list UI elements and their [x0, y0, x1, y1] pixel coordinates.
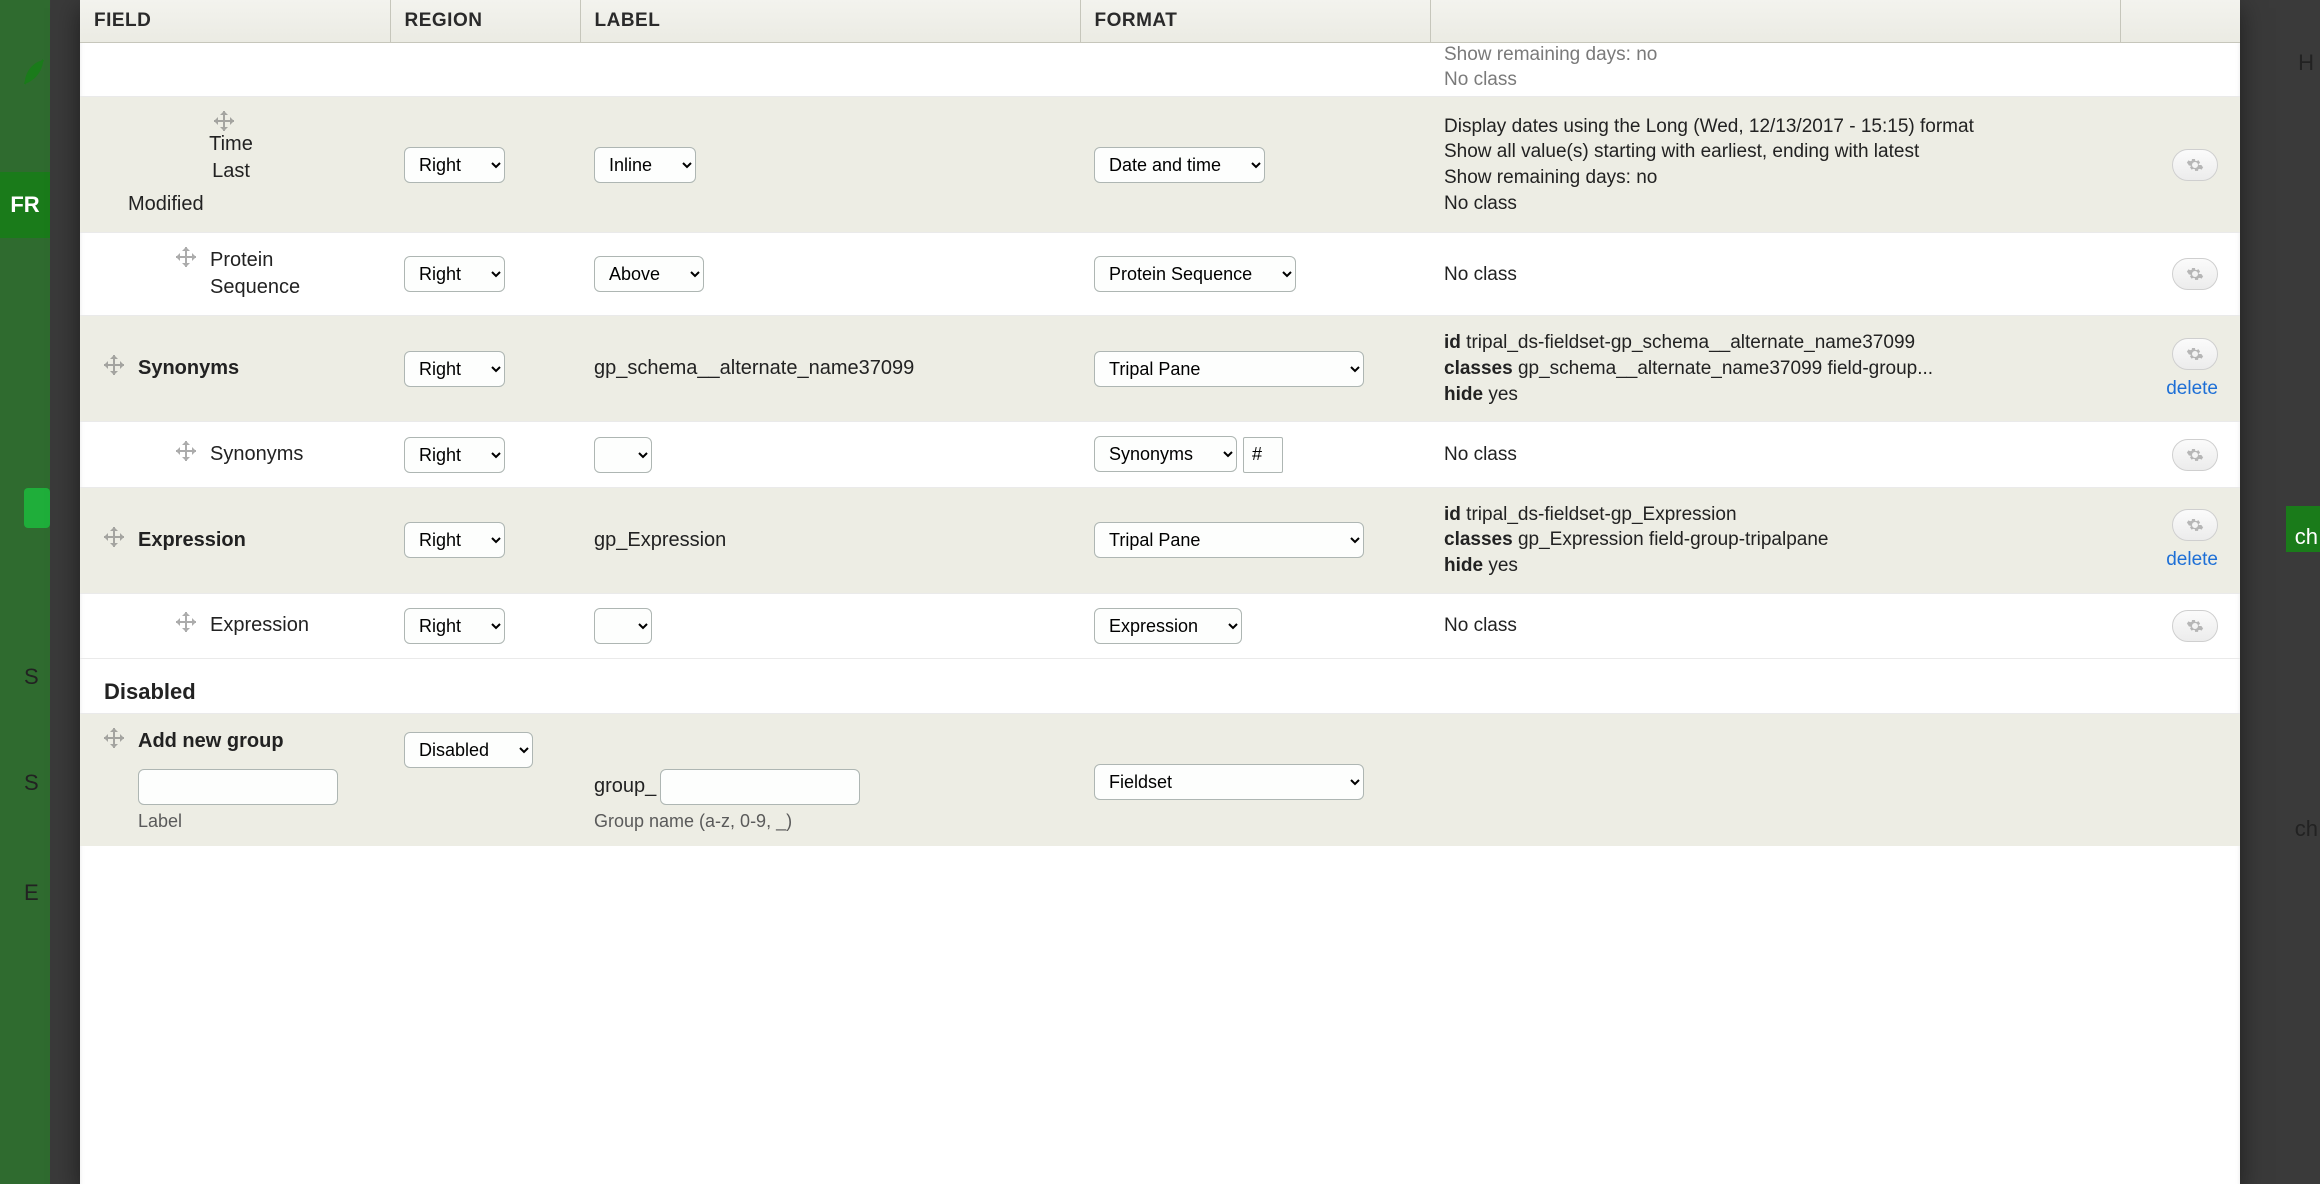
select--hidden-[interactable]	[594, 608, 652, 644]
format-extra-input[interactable]	[1243, 437, 1283, 473]
drag-handle-icon[interactable]	[104, 728, 124, 748]
settings-button[interactable]	[2172, 149, 2218, 181]
bg-label-h: H	[2298, 50, 2314, 76]
drag-handle-icon[interactable]	[104, 527, 124, 547]
section-disabled-header: Disabled	[80, 658, 2240, 713]
leaf-icon	[18, 56, 50, 88]
group-machine-name: gp_schema__alternate_name37099	[594, 357, 914, 379]
col-field[interactable]: FIELD	[80, 0, 390, 43]
settings-button[interactable]	[2172, 338, 2218, 370]
table-row: Expression Right gp_Expression Tripal Pa…	[80, 487, 2240, 593]
new-group-label-input[interactable]	[138, 769, 338, 805]
select-right[interactable]: Right	[404, 608, 505, 644]
format-summary: id tripal_ds-fieldset-gp_schema__alterna…	[1444, 330, 2106, 407]
group-machine-name: gp_Expression	[594, 529, 726, 551]
fields-table: FIELD REGION LABEL FORMAT Show remaining…	[80, 0, 2240, 846]
select-right[interactable]: Right	[404, 437, 505, 473]
bg-label-ch: ch	[2295, 524, 2318, 550]
select-right[interactable]: Right	[404, 147, 505, 183]
select-above[interactable]: Above	[594, 256, 704, 292]
select-right[interactable]: Right	[404, 256, 505, 292]
manage-display-panel: FIELD REGION LABEL FORMAT Show remaining…	[80, 0, 2240, 1184]
format-summary: Display dates using the Long (Wed, 12/13…	[1444, 114, 2106, 217]
drag-handle-icon[interactable]	[176, 247, 196, 267]
bg-label-s1: S	[24, 664, 39, 690]
table-row: Synonyms Right Synonyms No class	[80, 422, 2240, 488]
select-synonyms[interactable]: Synonyms	[1094, 436, 1237, 472]
group-name-prefix: group_	[594, 775, 656, 798]
select-protein-sequence[interactable]: Protein Sequence	[1094, 256, 1296, 292]
format-summary: No class	[1444, 262, 2106, 288]
drag-handle-icon[interactable]	[176, 612, 196, 632]
bg-label-s2: S	[24, 770, 39, 796]
add-group-title: Add new group	[138, 728, 284, 755]
table-row: ProteinSequence Right Above Protein Sequ…	[80, 233, 2240, 316]
select-tripal-pane[interactable]: Tripal Pane	[1094, 522, 1364, 558]
select-right[interactable]: Right	[404, 351, 505, 387]
left-green-button[interactable]	[24, 488, 50, 528]
col-desc	[1430, 0, 2120, 43]
settings-button[interactable]	[2172, 509, 2218, 541]
delete-link[interactable]: delete	[2166, 378, 2218, 400]
table-row: Synonyms Right gp_schema__alternate_name…	[80, 316, 2240, 422]
new-group-name-input[interactable]	[660, 769, 860, 805]
bg-label-ch2: ch	[2295, 816, 2318, 842]
settings-button[interactable]	[2172, 610, 2218, 642]
table-row: Expression Right Expression No class	[80, 593, 2240, 658]
field-name: Expression	[210, 612, 309, 639]
table-header-row: FIELD REGION LABEL FORMAT	[80, 0, 2240, 43]
col-region[interactable]: REGION	[390, 0, 580, 43]
field-name: ProteinSequence	[210, 247, 300, 301]
select-expression[interactable]: Expression	[1094, 608, 1242, 644]
field-name: Expression	[138, 527, 246, 554]
drag-handle-icon[interactable]	[176, 441, 196, 461]
table-row: TimeLastModified Right Inline Date and t…	[80, 97, 2240, 233]
drag-handle-icon[interactable]	[214, 111, 234, 131]
truncated-prev-row: Show remaining days: noNo class	[80, 43, 2240, 97]
format-summary: No class	[1444, 442, 2106, 468]
settings-button[interactable]	[2172, 439, 2218, 471]
col-ops	[2120, 0, 2240, 43]
format-summary: id tripal_ds-fieldset-gp_Expressionclass…	[1444, 502, 2106, 579]
drag-handle-icon[interactable]	[104, 355, 124, 375]
field-name: Synonyms	[210, 441, 303, 468]
delete-link[interactable]: delete	[2166, 549, 2218, 571]
select-disabled[interactable]: Disabled	[404, 732, 533, 768]
field-name: Modified	[128, 191, 204, 218]
select-inline[interactable]: Inline	[594, 147, 696, 183]
left-band-fr: FR	[0, 172, 50, 238]
bg-label-e: E	[24, 880, 39, 906]
select-fieldset[interactable]: Fieldset	[1094, 764, 1364, 800]
new-group-name-sub: Group name (a-z, 0-9, _)	[594, 811, 1066, 832]
select-tripal-pane[interactable]: Tripal Pane	[1094, 351, 1364, 387]
field-name: Synonyms	[138, 355, 239, 382]
col-label[interactable]: LABEL	[580, 0, 1080, 43]
new-group-label-sub: Label	[138, 811, 376, 832]
select-right[interactable]: Right	[404, 522, 505, 558]
select--hidden-[interactable]	[594, 437, 652, 473]
format-summary: No class	[1444, 613, 2106, 639]
col-format[interactable]: FORMAT	[1080, 0, 1430, 43]
add-new-group-row: Add new group Label Disabled group_ Grou…	[80, 713, 2240, 846]
select-date-and-time[interactable]: Date and time	[1094, 147, 1265, 183]
settings-button[interactable]	[2172, 258, 2218, 290]
